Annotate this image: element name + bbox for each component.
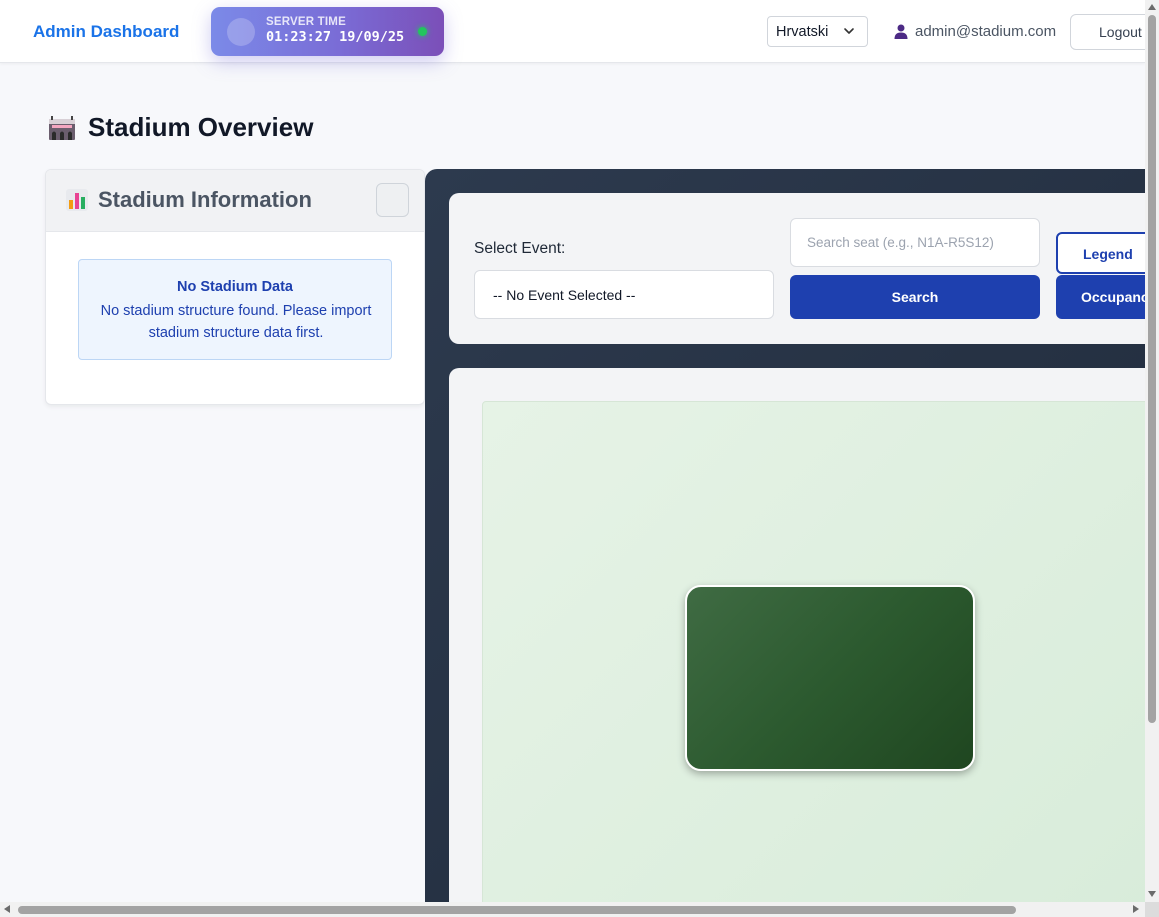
brand-link[interactable]: Admin Dashboard bbox=[33, 22, 179, 42]
occupancy-button[interactable]: Occupancy bbox=[1056, 275, 1159, 319]
server-time-widget: SERVER TIME 01:23:27 19/09/25 bbox=[211, 7, 444, 56]
collapse-toggle-button[interactable] bbox=[376, 183, 409, 217]
vertical-scroll-thumb[interactable] bbox=[1148, 15, 1156, 723]
scroll-left-arrow-icon[interactable] bbox=[4, 905, 10, 913]
top-navbar: Admin Dashboard SERVER TIME 01:23:27 19/… bbox=[0, 0, 1159, 63]
seat-search-input[interactable] bbox=[790, 218, 1040, 267]
scrollbar-corner bbox=[1145, 902, 1159, 917]
language-select[interactable]: Hrvatski bbox=[767, 16, 868, 47]
legend-button[interactable]: Legend bbox=[1056, 232, 1152, 274]
select-event-label: Select Event: bbox=[474, 240, 566, 257]
scroll-up-arrow-icon[interactable] bbox=[1148, 4, 1156, 10]
scroll-down-arrow-icon[interactable] bbox=[1148, 891, 1156, 897]
legend-button-label: Legend bbox=[1083, 246, 1133, 262]
chevron-down-icon bbox=[844, 28, 854, 34]
stadium-info-card: Stadium Information No Stadium Data No s… bbox=[45, 169, 425, 405]
status-dot-icon bbox=[418, 27, 427, 36]
horizontal-scrollbar[interactable] bbox=[0, 902, 1145, 917]
no-data-alert: No Stadium Data No stadium structure fou… bbox=[78, 259, 392, 360]
stadium-info-title: Stadium Information bbox=[98, 187, 312, 212]
alert-title: No Stadium Data bbox=[176, 279, 293, 295]
search-button[interactable]: Search bbox=[790, 275, 1040, 319]
server-time-value: 01:23:27 19/09/25 bbox=[266, 29, 405, 45]
stadium-info-header: Stadium Information bbox=[46, 170, 424, 232]
event-select[interactable]: -- No Event Selected -- bbox=[474, 270, 774, 319]
search-button-label: Search bbox=[891, 289, 939, 305]
server-time-label: SERVER TIME bbox=[266, 16, 346, 28]
user-icon bbox=[894, 24, 908, 39]
stadium-icon bbox=[49, 116, 75, 140]
alert-message: No stadium structure found. Please impor… bbox=[100, 303, 372, 341]
vertical-scrollbar[interactable] bbox=[1145, 0, 1159, 902]
logout-label: Logout bbox=[1099, 24, 1142, 40]
bar-chart-icon bbox=[66, 189, 88, 211]
language-select-value: Hrvatski bbox=[776, 24, 829, 40]
scroll-right-arrow-icon[interactable] bbox=[1133, 905, 1139, 913]
user-email: admin@stadium.com bbox=[915, 23, 1057, 40]
controls-bar bbox=[449, 193, 1159, 344]
event-select-value: -- No Event Selected -- bbox=[493, 287, 636, 303]
pitch-field bbox=[685, 585, 975, 771]
page-title-text: Stadium Overview bbox=[88, 112, 314, 142]
horizontal-scroll-thumb[interactable] bbox=[18, 906, 1016, 914]
clock-icon bbox=[227, 18, 255, 46]
